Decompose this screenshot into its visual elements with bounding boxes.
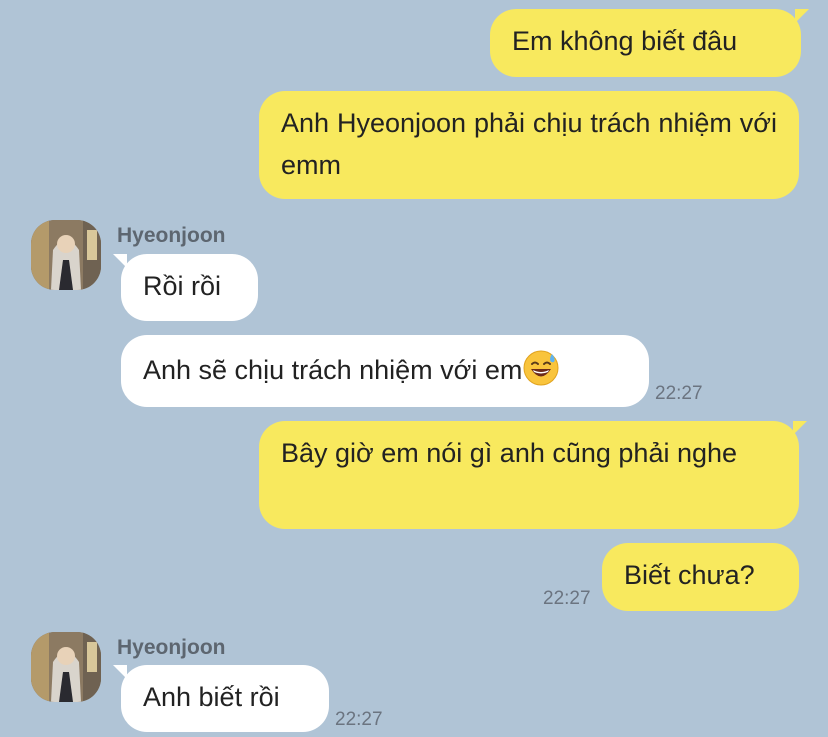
message-bubble-incoming[interactable]: Anh biết rồi	[113, 665, 329, 732]
message-bubble-incoming[interactable]: Rồi rồi	[113, 254, 258, 321]
message-bubble-incoming[interactable]: Anh sẽ chịu trách nhiệm với em	[121, 335, 649, 407]
message-bubble-outgoing[interactable]: Em không biết đâu	[490, 9, 809, 77]
message-bubble-outgoing[interactable]: Biết chưa?	[602, 543, 799, 611]
message-text: Biết chưa?	[624, 560, 755, 590]
avatar[interactable]	[31, 220, 101, 290]
sender-name: Hyeonjoon	[117, 636, 226, 659]
avatar[interactable]	[31, 632, 101, 702]
message-timestamp: 22:27	[543, 588, 591, 609]
message-text: Anh biết rồi	[143, 682, 280, 712]
message-timestamp: 22:27	[655, 383, 703, 404]
message-text: Anh sẽ chịu trách nhiệm với em	[143, 355, 523, 385]
message-bubble-outgoing[interactable]: Bây giờ em nói gì anh cũng phải nghe	[259, 421, 807, 529]
message-text: Rồi rồi	[143, 271, 222, 301]
avatar-photo	[31, 632, 101, 702]
message-timestamp: 22:27	[335, 709, 383, 730]
message-text: Em không biết đâu	[512, 26, 738, 56]
grinning-sweat-emoji	[523, 350, 559, 398]
sender-name: Hyeonjoon	[117, 224, 226, 247]
message-text: Bây giờ em nói gì anh cũng phải nghe	[281, 438, 738, 468]
chat-view[interactable]: Em không biết đâu Anh Hyeonjoon phải chị…	[0, 0, 828, 737]
message-text: Anh Hyeonjoon phải chịu trách nhiệm với …	[281, 108, 777, 180]
message-bubble-outgoing[interactable]: Anh Hyeonjoon phải chịu trách nhiệm với …	[259, 91, 799, 199]
avatar-photo	[31, 220, 101, 290]
